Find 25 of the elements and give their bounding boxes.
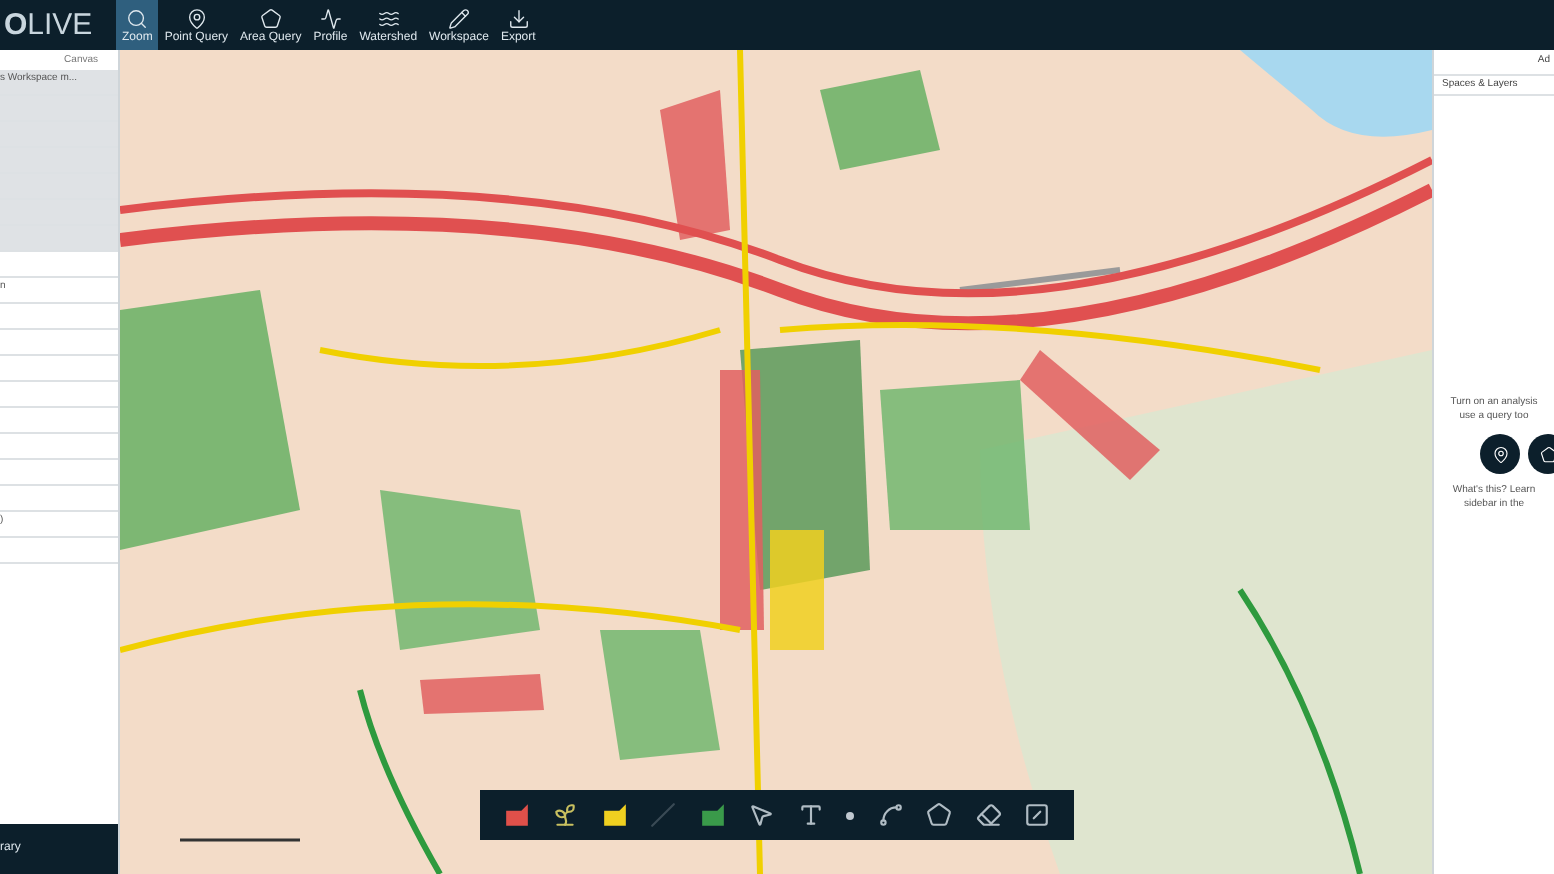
- search-icon: [126, 7, 149, 29]
- pointer-icon[interactable]: [748, 802, 775, 828]
- dot-icon[interactable]: [846, 811, 855, 819]
- sprout-icon[interactable]: [552, 802, 579, 828]
- shape-icon[interactable]: [601, 802, 628, 828]
- pin-icon: [185, 7, 208, 29]
- polygon-icon[interactable]: [926, 802, 953, 828]
- logo-text: O: [4, 10, 28, 40]
- pentagon-icon: [1539, 445, 1554, 463]
- point-query-button[interactable]: [1480, 434, 1520, 474]
- pentagon-icon: [259, 7, 282, 29]
- pencil-icon: [447, 7, 470, 29]
- wave-line-icon: [319, 7, 342, 29]
- download-icon: [507, 7, 530, 29]
- layer-icon[interactable]: [1024, 802, 1051, 828]
- pin-icon: [1491, 445, 1509, 463]
- waves-icon: [377, 7, 400, 29]
- text-icon[interactable]: [797, 802, 824, 828]
- line-icon[interactable]: [650, 802, 677, 828]
- eraser-icon[interactable]: [975, 802, 1002, 828]
- shape-icon[interactable]: [699, 802, 726, 828]
- map-drawing[interactable]: [120, 50, 1432, 874]
- curve-icon[interactable]: [877, 802, 904, 828]
- logo-text: LIVE: [27, 10, 93, 40]
- list-row[interactable]: [0, 226, 118, 252]
